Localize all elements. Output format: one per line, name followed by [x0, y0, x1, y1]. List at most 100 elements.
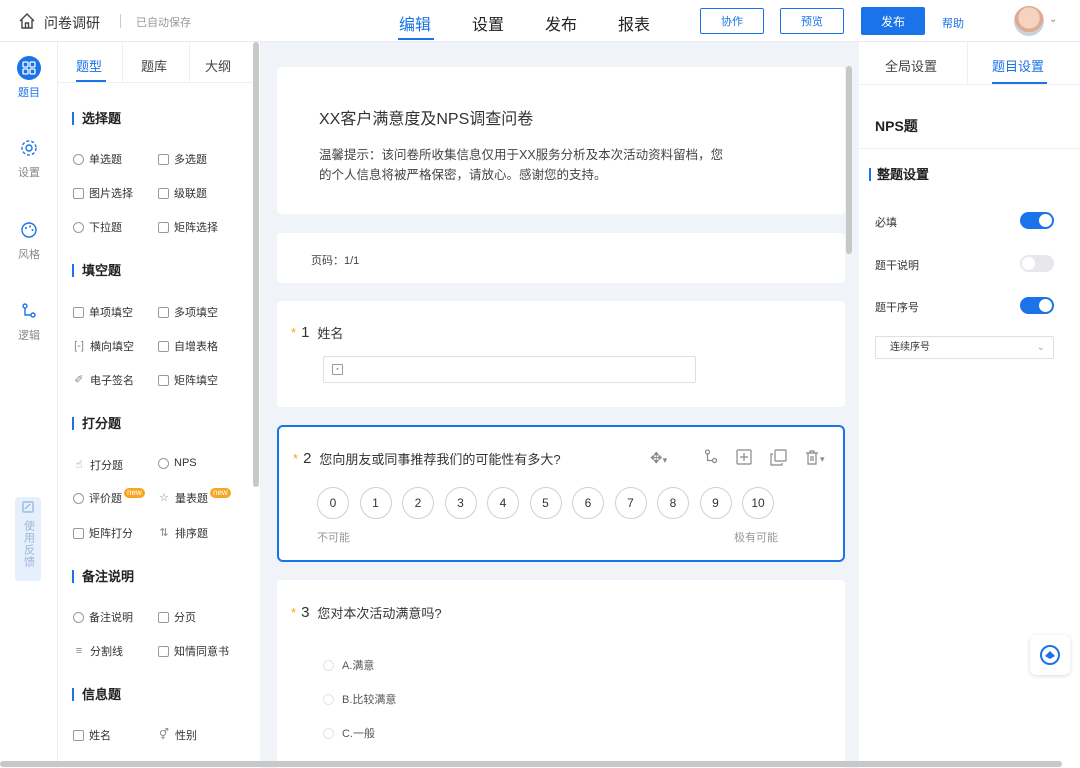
rail-item-logic[interactable]: 逻辑	[0, 299, 58, 343]
horizontal-scrollbar[interactable]	[0, 761, 1062, 767]
add-icon[interactable]	[736, 449, 752, 469]
qtype-matrix-fill[interactable]: 矩阵填空	[158, 372, 218, 388]
qtype-scale[interactable]: ☆ 量表题 new	[158, 488, 231, 506]
star-icon: ☆	[159, 491, 169, 504]
rail-label: 题目	[18, 87, 40, 99]
question-card-selected[interactable]: * 2 您向朋友或同事推荐我们的可能性有多大? ✥▾ ▾ 01234567891…	[277, 425, 845, 562]
tab-outline[interactable]: 大纲	[205, 56, 231, 75]
chevron-down-icon[interactable]: ⌄	[1049, 14, 1057, 25]
stem-number-toggle[interactable]	[1020, 297, 1054, 314]
nps-option[interactable]: 4	[487, 487, 519, 519]
qtype-ranking[interactable]: ⇅ 排序题	[158, 525, 208, 541]
qtype-divider[interactable]: ≡ 分割线	[73, 643, 123, 659]
preview-button[interactable]: 预览	[780, 8, 844, 34]
palette-icon	[17, 218, 41, 242]
qtype-single-fill[interactable]: 单项填空	[73, 304, 133, 320]
qtype-page-break[interactable]: 分页	[158, 609, 196, 625]
qtype-matrix-choice[interactable]: 矩阵选择	[158, 219, 218, 235]
logic-icon[interactable]	[704, 449, 718, 468]
option-a[interactable]: A.满意	[323, 657, 374, 673]
page-card[interactable]: 页码：1/1	[277, 233, 845, 283]
nps-option[interactable]: 7	[614, 487, 647, 519]
tab-bank[interactable]: 题库	[141, 56, 167, 75]
nps-option[interactable]: 9	[699, 487, 732, 519]
cascade-icon	[158, 187, 169, 199]
question-header: * 3 您对本次活动满意吗?	[291, 603, 442, 622]
image-icon	[73, 187, 84, 199]
feedback-button[interactable]: 使用反馈	[15, 497, 41, 581]
move-icon[interactable]: ✥▾	[650, 449, 667, 467]
sort-icon: ⇅	[159, 526, 169, 539]
publish-button[interactable]: 发布	[861, 7, 925, 35]
help-link[interactable]: 帮助	[942, 15, 964, 31]
nav-report[interactable]: 报表	[618, 11, 650, 35]
nps-option[interactable]: 10	[742, 487, 774, 519]
nps-option[interactable]: 5	[529, 487, 562, 519]
canvas-scrollbar[interactable]	[846, 66, 852, 254]
nps-option[interactable]: 2	[402, 487, 434, 519]
radio-icon[interactable]	[323, 727, 334, 739]
nps-option[interactable]: 6	[572, 487, 604, 519]
divider	[122, 42, 123, 83]
qtype-single[interactable]: 单选题	[73, 151, 122, 167]
nav-edit[interactable]: 编辑	[399, 11, 431, 35]
numbering-select[interactable]: 连续序号 ⌄	[875, 336, 1054, 359]
question-card[interactable]: * 1 姓名 ▪	[277, 301, 845, 407]
radio-icon[interactable]	[323, 693, 334, 705]
avatar[interactable]	[1014, 6, 1044, 36]
nps-option[interactable]: 1	[359, 487, 392, 519]
survey-title[interactable]: XX客户满意度及NPS调查问卷	[319, 105, 533, 129]
app-title: 问卷调研	[44, 15, 100, 31]
qtype-dropdown[interactable]: 下拉题	[73, 219, 122, 235]
qtype-multi[interactable]: 多选题	[158, 151, 207, 167]
tab-question-settings[interactable]: 题目设置	[992, 56, 1044, 75]
qtype-cascade[interactable]: 级联题	[158, 185, 207, 201]
divider-icon: ≡	[75, 644, 83, 657]
qtype-auto-table[interactable]: 自增表格	[158, 338, 218, 354]
qtype-evaluation[interactable]: 评价题 new	[73, 488, 145, 506]
floating-assistant-button[interactable]	[1030, 635, 1070, 675]
qtype-inline-fill[interactable]: [-] 横向填空	[73, 338, 134, 354]
nav-publish[interactable]: 发布	[545, 11, 577, 35]
page-indicator: 页码：1/1	[311, 255, 360, 267]
qtype-signature[interactable]: ✐ 电子签名	[73, 372, 134, 388]
home-icon[interactable]	[18, 12, 36, 30]
panel-scrollbar[interactable]	[253, 42, 259, 487]
rail-item-questions[interactable]: 题目	[0, 56, 58, 100]
survey-header-card[interactable]: XX客户满意度及NPS调查问卷 温馨提示：该问卷所收集信息仅用于XX服务分析及本…	[277, 67, 845, 214]
settings-section-title: 整题设置	[869, 168, 929, 181]
nps-option[interactable]: 8	[657, 487, 689, 519]
question-card[interactable]: * 3 您对本次活动满意吗? A.满意 B.比较满意 C.一般	[277, 580, 845, 768]
thumbs-up-icon: ☝	[75, 458, 83, 471]
qtype-gender[interactable]: ⚥ 性别	[158, 727, 197, 743]
survey-description[interactable]: 温馨提示：该问卷所收集信息仅用于XX服务分析及本次活动资料留档，您的个人信息将被…	[319, 145, 729, 185]
option-b[interactable]: B.比较满意	[323, 691, 396, 707]
qtype-rating[interactable]: ☝ 打分题	[73, 457, 123, 473]
tab-types[interactable]: 题型	[76, 56, 102, 75]
rail-item-settings[interactable]: 设置	[0, 136, 58, 180]
stem-note-toggle[interactable]	[1020, 255, 1054, 272]
required-toggle[interactable]	[1020, 212, 1054, 229]
delete-icon[interactable]: ▾	[804, 449, 825, 470]
qtype-multi-fill[interactable]: 多项填空	[158, 304, 218, 320]
qtype-nps[interactable]: NPS	[158, 457, 197, 469]
feedback-label: 使用反馈	[22, 520, 35, 568]
section-title-info: 信息题	[72, 688, 121, 701]
nps-option[interactable]: 0	[317, 487, 349, 519]
qtype-image[interactable]: 图片选择	[73, 185, 133, 201]
rail-item-style[interactable]: 风格	[0, 218, 58, 262]
nav-settings[interactable]: 设置	[472, 11, 504, 35]
top-bar: 问卷调研 已自动保存 编辑 设置 发布 报表 协作 预览 发布 帮助 ⌄	[0, 0, 1080, 42]
option-c[interactable]: C.一般	[323, 725, 375, 741]
qtype-consent[interactable]: 知情同意书	[158, 643, 229, 659]
collab-button[interactable]: 协作	[700, 8, 764, 34]
qtype-note[interactable]: 备注说明	[73, 609, 133, 625]
tab-active-underline	[992, 82, 1047, 84]
nps-option[interactable]: 3	[444, 487, 477, 519]
qtype-matrix-score[interactable]: 矩阵打分	[73, 525, 133, 541]
radio-icon[interactable]	[323, 659, 334, 671]
tab-global-settings[interactable]: 全局设置	[885, 56, 937, 75]
name-input[interactable]: ▪	[323, 356, 696, 383]
qtype-name[interactable]: 姓名	[73, 727, 111, 743]
copy-icon[interactable]	[770, 449, 787, 470]
